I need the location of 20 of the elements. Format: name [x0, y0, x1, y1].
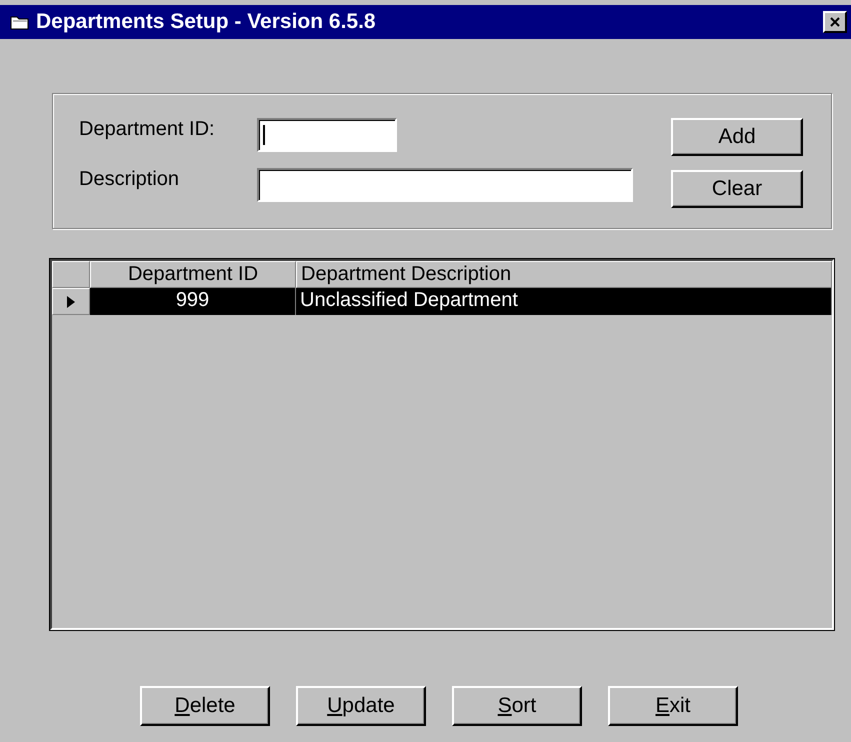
action-button[interactable]: Delete: [140, 686, 270, 726]
window-title: Departments Setup - Version 6.5.8: [36, 10, 377, 34]
column-header[interactable]: Department Description: [296, 261, 832, 288]
column-header[interactable]: Department ID: [90, 261, 296, 288]
action-button[interactable]: Exit: [608, 686, 738, 726]
close-icon: [829, 16, 841, 28]
action-button[interactable]: Update: [296, 686, 426, 726]
window-app-icon: [10, 14, 30, 30]
table-cell: 999: [90, 288, 296, 315]
row-selector[interactable]: [52, 288, 90, 315]
close-button[interactable]: [823, 11, 847, 33]
action-button[interactable]: Sort: [452, 686, 582, 726]
form-button[interactable]: Add: [671, 118, 803, 156]
input-field[interactable]: [257, 168, 633, 202]
row-pointer-icon: [66, 294, 76, 308]
table-cell: Unclassified Department: [296, 288, 832, 315]
form-button[interactable]: Clear: [671, 170, 803, 208]
field-label: Department ID:: [79, 118, 216, 141]
field-label: Description: [79, 168, 180, 191]
input-field[interactable]: [257, 118, 397, 152]
